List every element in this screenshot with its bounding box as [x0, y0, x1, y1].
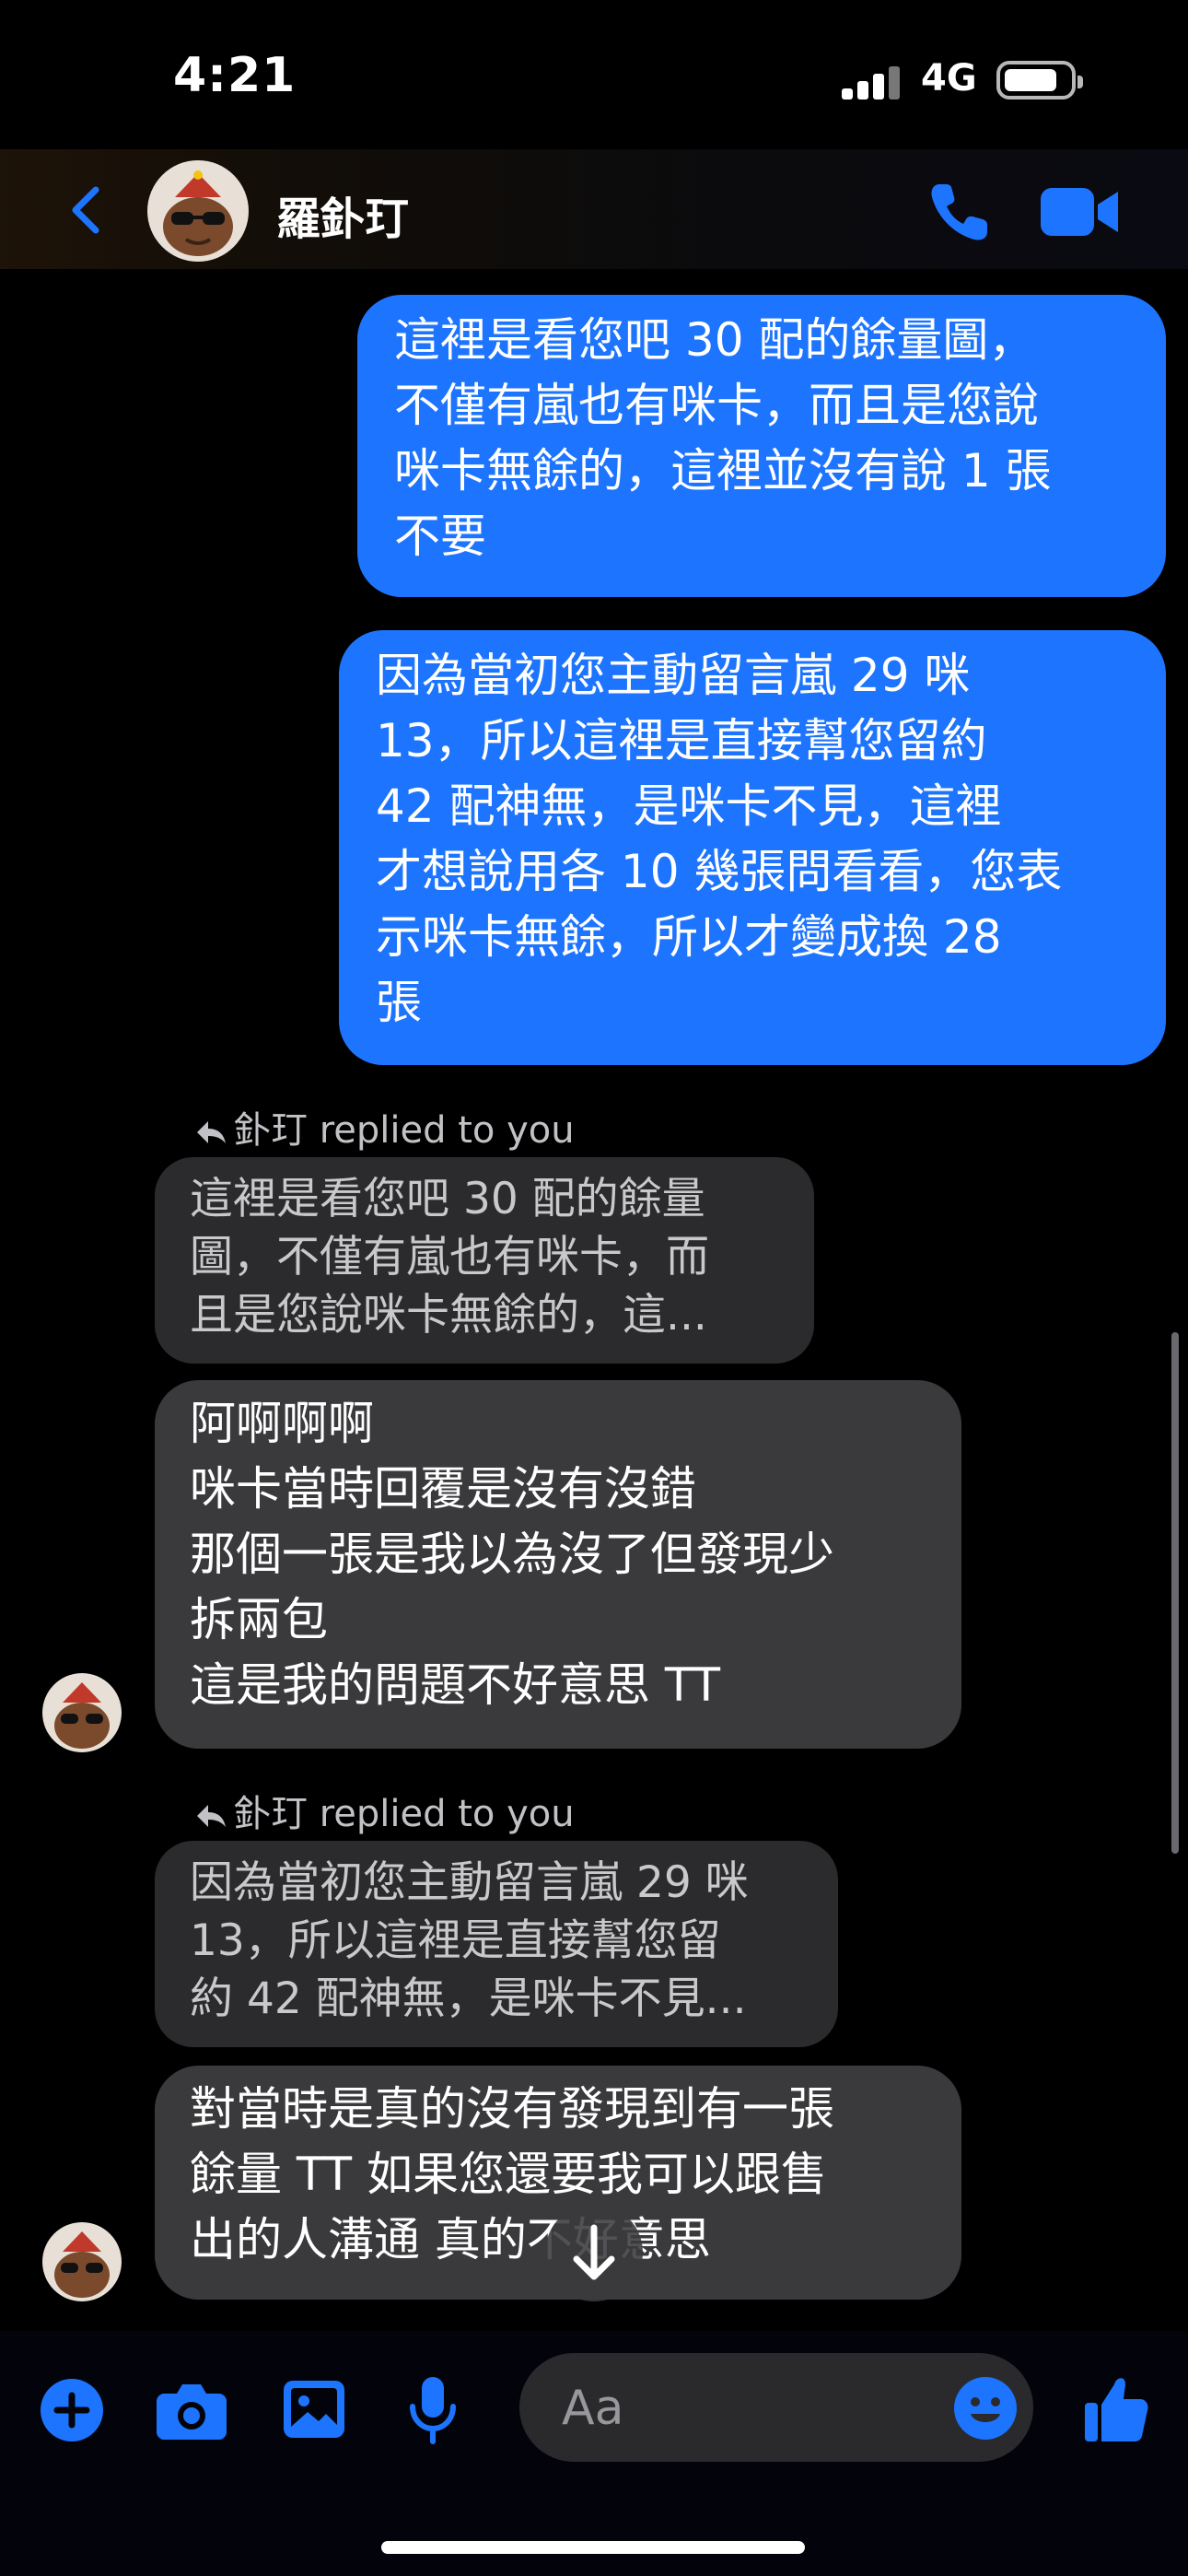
microphone-icon[interactable]	[407, 2375, 459, 2445]
camera-icon[interactable]	[157, 2381, 227, 2440]
reply-arrow-icon	[197, 1121, 226, 1143]
scroll-to-bottom-button[interactable]	[545, 2204, 643, 2301]
back-chevron-icon[interactable]	[61, 182, 116, 238]
quoted-message[interactable]: 因為當初您主動留言嵐 29 咪 13，所以這裡是直接幫您留 約 42 配神無，是…	[155, 1841, 838, 2047]
outgoing-message[interactable]: 因為當初您主動留言嵐 29 咪 13，所以這裡是直接幫您留約 42 配神無，是咪…	[339, 630, 1166, 1065]
phone-icon[interactable]	[925, 177, 995, 247]
chat-header: 羅釙玎	[0, 149, 1188, 269]
quoted-message[interactable]: 這裡是看您吧 30 配的餘量 圖，不僅有嵐也有咪卡，而 且是您說咪卡無餘的，這.…	[155, 1157, 814, 1364]
reply-indicator: 釙玎 replied to you	[193, 1784, 575, 1837]
thumbs-up-icon[interactable]	[1083, 2371, 1149, 2445]
reply-arrow-icon	[197, 1805, 226, 1827]
signal-icon	[842, 66, 901, 100]
home-indicator[interactable]	[381, 2541, 805, 2554]
plus-icon[interactable]	[41, 2379, 103, 2441]
incoming-message[interactable]: 阿啊啊啊 咪卡當時回覆是沒有沒錯 那個一張是我以為沒了但發現少 拆兩包 這是我的…	[155, 1380, 961, 1749]
status-time: 4:21	[173, 48, 297, 103]
scrollbar[interactable]	[1171, 1332, 1179, 1854]
emoji-icon[interactable]	[952, 2375, 1019, 2441]
sender-avatar[interactable]	[42, 2222, 122, 2301]
sender-avatar[interactable]	[42, 1673, 122, 1752]
battery-icon	[996, 61, 1083, 100]
outgoing-message[interactable]: 這裡是看您吧 30 配的餘量圖， 不僅有嵐也有咪卡，而且是您說 咪卡無餘的，這裡…	[357, 295, 1166, 597]
contact-name[interactable]: 羅釙玎	[276, 182, 409, 247]
arrow-down-icon	[573, 2224, 615, 2280]
reply-indicator: 釙玎 replied to you	[193, 1100, 575, 1153]
message-input-placeholder: Aa	[562, 2381, 624, 2436]
video-camera-icon[interactable]	[1041, 184, 1120, 240]
network-type: 4G	[921, 57, 977, 100]
contact-avatar[interactable]	[147, 160, 249, 262]
gallery-icon[interactable]	[282, 2379, 346, 2440]
